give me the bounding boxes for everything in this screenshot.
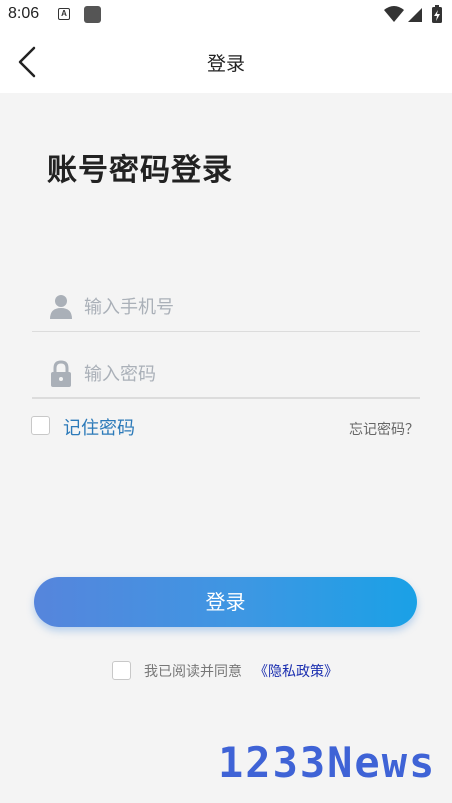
user-icon: [50, 295, 72, 319]
page-title: 登录: [206, 53, 245, 75]
remember-password-checkbox[interactable]: [31, 416, 50, 435]
agreement-text: 我已阅读并同意: [144, 664, 242, 680]
battery-icon: [432, 5, 442, 23]
privacy-policy-link[interactable]: 《隐私政策》: [254, 661, 338, 681]
header-bar: 登录: [0, 30, 452, 93]
agreement-checkbox[interactable]: [112, 661, 131, 680]
remember-password-label[interactable]: 记住密码: [63, 414, 135, 440]
phone-input[interactable]: [84, 290, 404, 324]
wifi-icon: [384, 6, 404, 22]
signal-icon: [408, 8, 422, 22]
status-icons: [384, 5, 442, 23]
status-time: 8:06: [8, 5, 40, 22]
app-notification-icon: A: [58, 8, 70, 20]
login-button[interactable]: 登录: [34, 577, 417, 627]
app-square-icon: [84, 6, 101, 23]
password-input[interactable]: [84, 357, 404, 391]
status-bar: 8:06 A: [0, 0, 452, 30]
login-heading: 账号密码登录: [47, 153, 233, 188]
phone-field: [32, 282, 420, 332]
password-field: [32, 349, 420, 399]
lock-icon: [51, 360, 71, 387]
forgot-password-link[interactable]: 忘记密码？: [349, 419, 419, 439]
watermark-logo: 1233News: [218, 738, 437, 787]
